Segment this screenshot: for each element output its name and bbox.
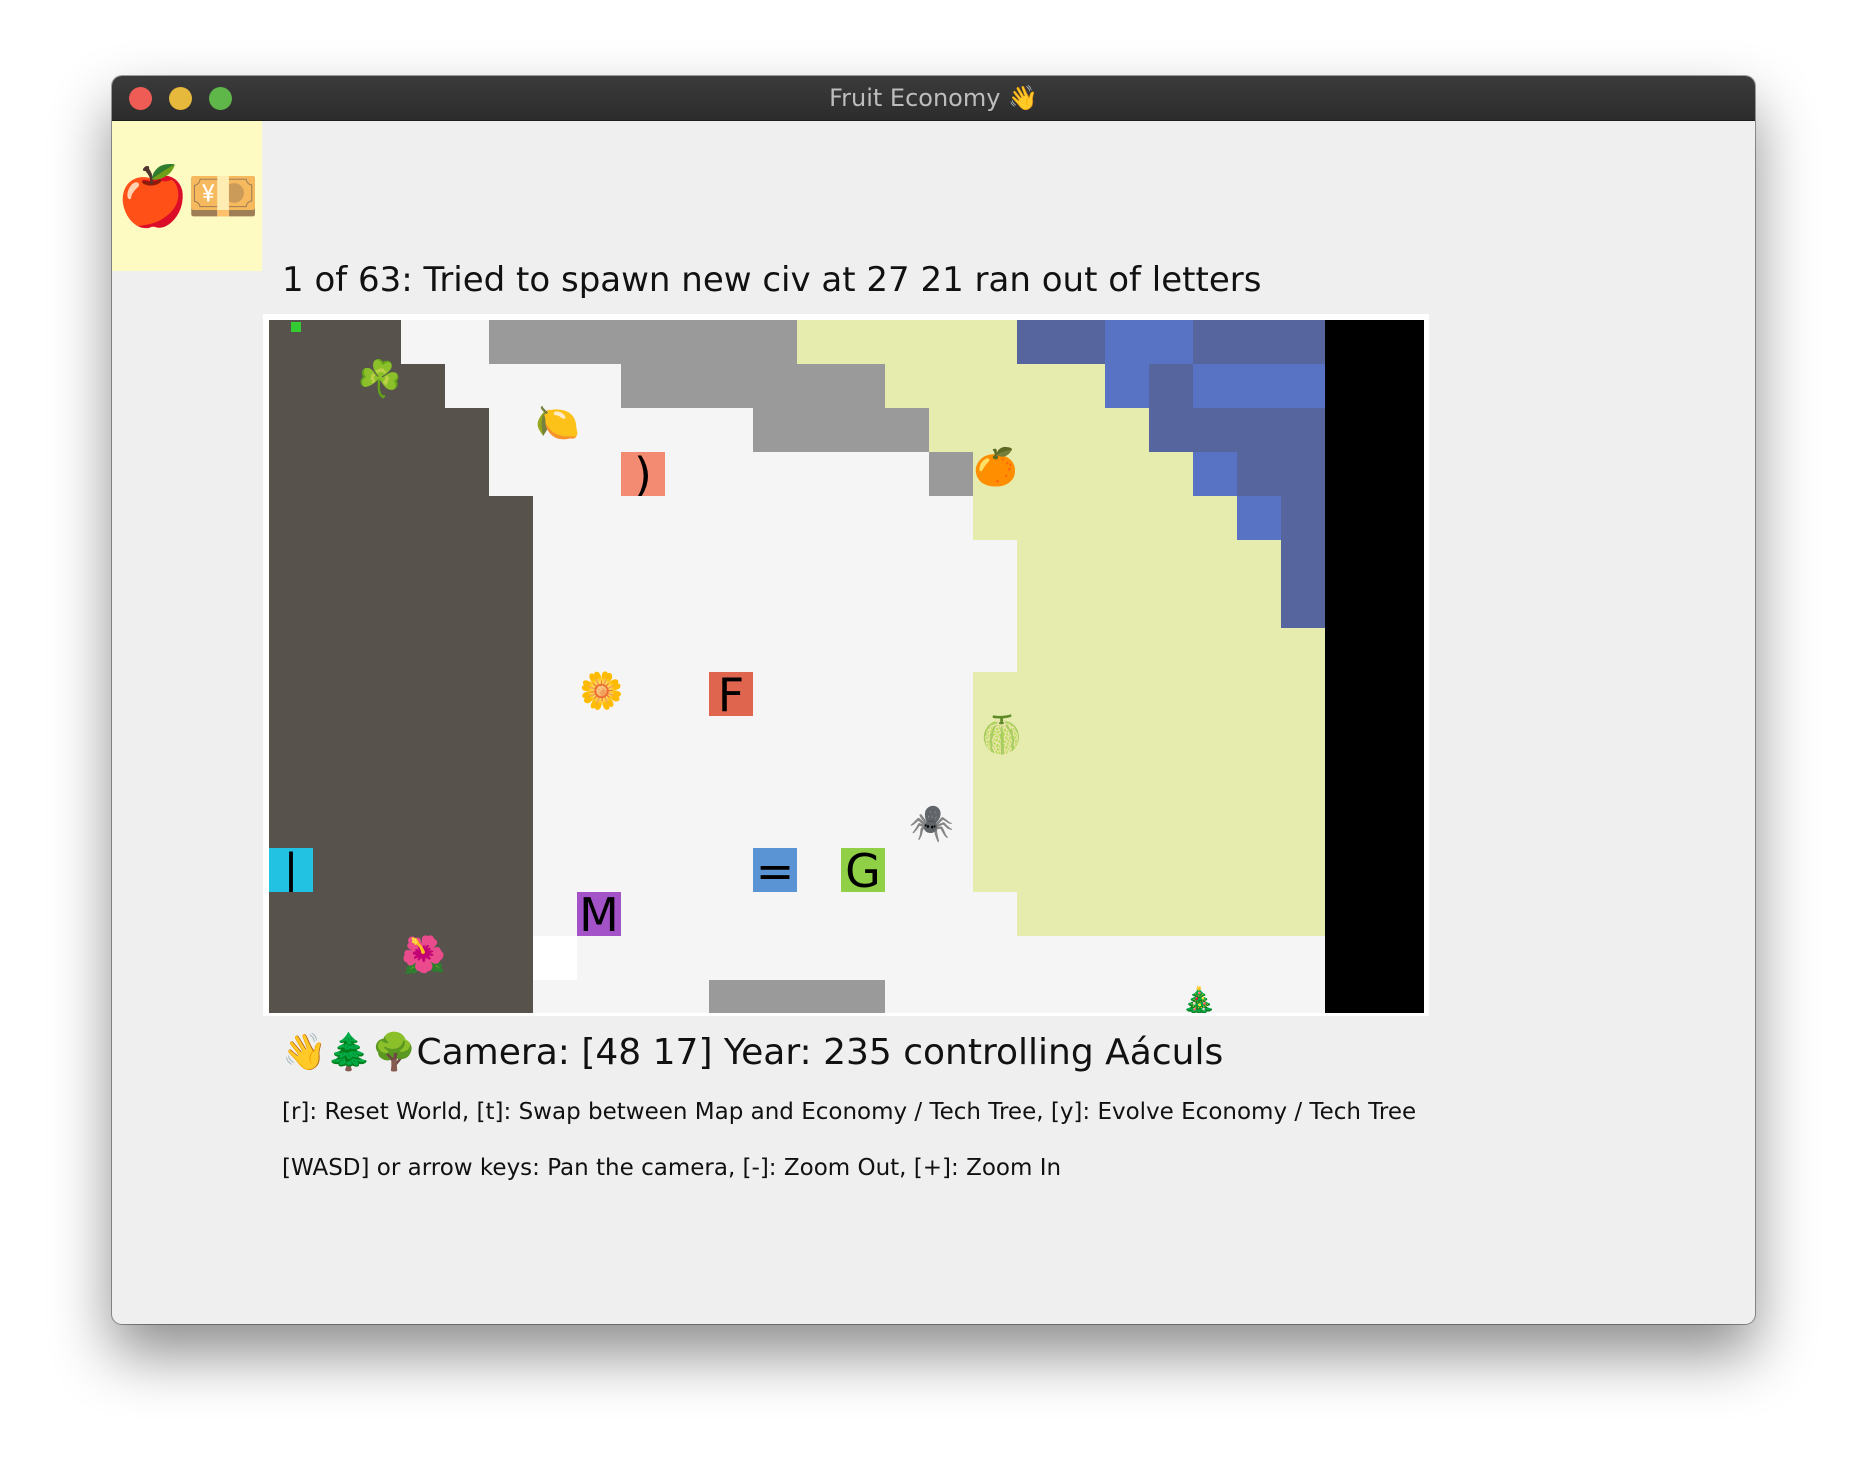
camera-text: Camera: [48 17] Year: 235 controlling Aá… <box>416 1032 1224 1073</box>
terrain-water-deep <box>1149 408 1325 452</box>
terrain-water <box>1105 320 1193 364</box>
window-title: Fruit Economy 👋 <box>829 84 1038 112</box>
civ-tile-f[interactable]: F <box>709 672 753 716</box>
christmas-tree-icon: 🎄 <box>1181 985 1217 1013</box>
status-message: 1 of 63: Tried to spawn new civ at 27 21… <box>282 260 1262 300</box>
terrain-dark <box>445 408 489 1013</box>
camera-status: 👋🌲🌳Camera: [48 17] Year: 235 controlling… <box>282 1031 1223 1073</box>
hibiscus-icon: 🌺 <box>401 935 446 976</box>
help-line-1: [r]: Reset World, [t]: Swap between Map … <box>282 1099 1417 1125</box>
terrain-grass <box>797 320 1017 364</box>
terrain-water-deep <box>1281 540 1325 628</box>
melon-icon: 🍈 <box>979 715 1024 756</box>
terrain-void <box>1325 320 1424 1013</box>
terrain-grass <box>1017 892 1325 936</box>
terrain-stone <box>709 980 885 1013</box>
help-line-2: [WASD] or arrow keys: Pan the camera, [-… <box>282 1155 1062 1181</box>
civ-tile-equals[interactable]: = <box>753 848 797 892</box>
app-logo: 🍎💴 <box>112 121 262 271</box>
map-frame: ☘️ 🍋 🍊 🌼 🍈 🕷️ 🌺 🎄 ) F | = G M <box>263 314 1429 1016</box>
terrain-grass <box>929 408 1149 452</box>
spider-icon: 🕷️ <box>909 803 954 844</box>
civ-tile-paren[interactable]: ) <box>621 452 665 496</box>
terrain-stone <box>753 408 929 452</box>
terrain-white-tile <box>533 936 577 980</box>
civ-tile-g[interactable]: G <box>841 848 885 892</box>
terrain-stone <box>621 364 885 408</box>
title-bar[interactable]: Fruit Economy 👋 <box>112 76 1755 121</box>
app-window: Fruit Economy 👋 🍎💴 1 of 63: Tried to spa… <box>112 76 1755 1324</box>
sunflower-icon: 🌼 <box>579 671 624 712</box>
terrain-water <box>1237 496 1281 540</box>
tangerine-icon: 🍊 <box>973 447 1018 488</box>
terrain-layer <box>269 320 1424 1013</box>
civ-tile-m[interactable]: M <box>577 892 621 936</box>
world-map[interactable]: ☘️ 🍋 🍊 🌼 🍈 🕷️ 🌺 🎄 ) F | = G M <box>269 320 1424 1013</box>
clover-icon: ☘️ <box>357 359 402 400</box>
terrain-water <box>1193 364 1325 408</box>
terrain-water-deep <box>1149 364 1193 408</box>
terrain-grass <box>973 496 1237 540</box>
terrain-dark <box>269 320 401 1013</box>
map-marker <box>291 322 301 332</box>
terrain-grass <box>885 364 1105 408</box>
terrain-water <box>1193 452 1237 496</box>
terrain-water <box>1105 364 1149 408</box>
terrain-grass <box>1017 628 1325 672</box>
civ-tile-pipe[interactable]: | <box>269 848 313 892</box>
camera-icons: 👋🌲🌳 <box>282 1032 417 1073</box>
terrain-dark <box>401 364 445 1013</box>
lemon-icon: 🍋 <box>535 403 580 444</box>
terrain-stone <box>489 320 797 364</box>
terrain-grass <box>973 672 1325 892</box>
terrain-stone <box>929 452 973 496</box>
terrain-grass <box>1017 540 1281 628</box>
terrain-dark <box>489 496 533 1013</box>
